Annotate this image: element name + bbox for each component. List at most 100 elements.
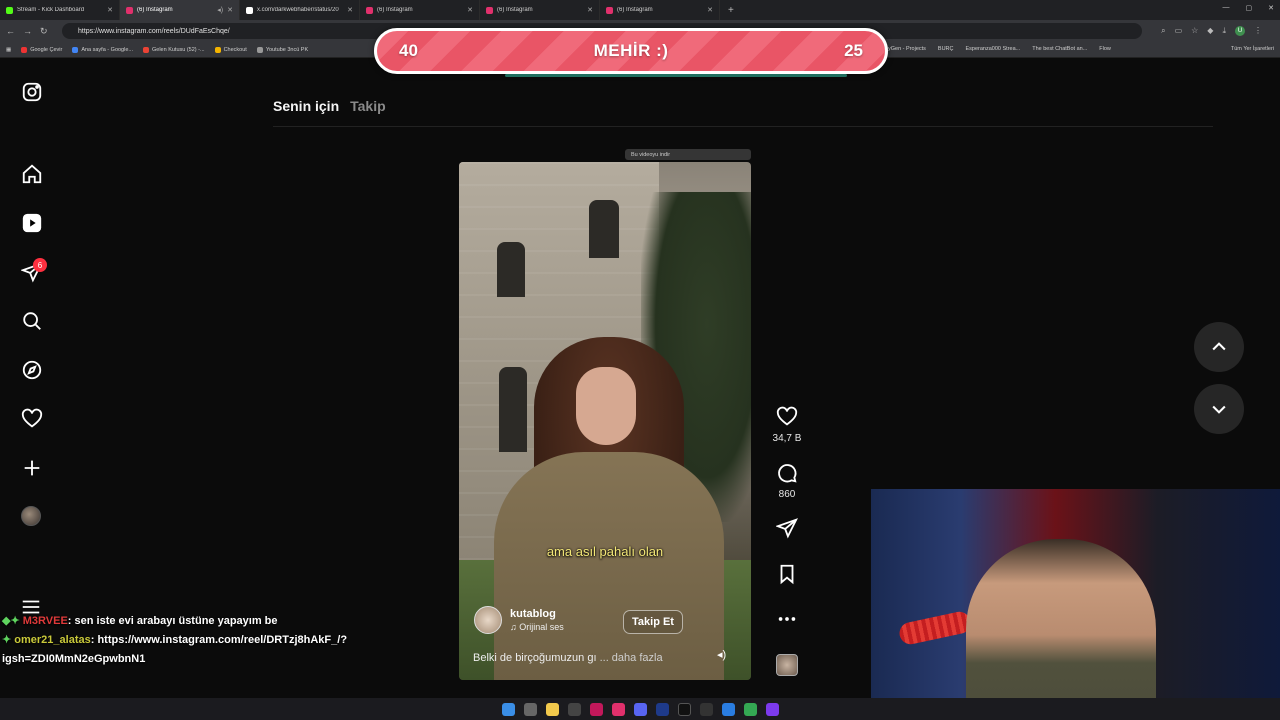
- audio-name: Orijinal ses: [519, 622, 564, 632]
- bookmark[interactable]: yGen - Projects: [888, 46, 926, 52]
- tab-title: Stream - Kick Dashboard: [17, 7, 85, 13]
- star-icon[interactable]: ☆: [1191, 26, 1198, 36]
- extension-icon[interactable]: ◆: [1207, 26, 1213, 36]
- create-icon[interactable]: [20, 456, 44, 480]
- bookmark[interactable]: Checkout: [214, 46, 247, 53]
- speaker-icon[interactable]: ◂): [217, 6, 223, 14]
- browser-tab[interactable]: x.com/darkwebhaber/status/20 ✕: [240, 0, 360, 20]
- home-icon[interactable]: [20, 162, 44, 186]
- heart-icon[interactable]: [20, 407, 44, 431]
- reel-author: kutablog ♫ Orijinal ses: [474, 606, 564, 634]
- bookmark[interactable]: Esperanza000 Strea...: [966, 46, 1021, 52]
- notification-badge: 6: [33, 258, 47, 272]
- like-icon[interactable]: [774, 404, 800, 430]
- back-icon[interactable]: ←: [6, 26, 15, 36]
- cast-icon[interactable]: ▭: [1175, 26, 1183, 36]
- instagram-app-icon[interactable]: [611, 702, 625, 716]
- zoom-icon[interactable]: ⌕: [1161, 26, 1165, 36]
- maximize-icon[interactable]: ▢: [1246, 4, 1253, 12]
- bookmark[interactable]: Flow: [1099, 46, 1111, 52]
- instagram-icon: [126, 6, 133, 14]
- download-icon[interactable]: ⤓: [1222, 26, 1226, 36]
- x-icon: [246, 6, 253, 14]
- app-icon[interactable]: [589, 702, 603, 716]
- bookmark[interactable]: BURÇ: [938, 46, 954, 52]
- capcut-icon[interactable]: [699, 702, 713, 716]
- chat-username: M3RVEE: [22, 615, 68, 627]
- bookmark-label: Checkout: [223, 46, 247, 53]
- apps-icon[interactable]: ▦: [6, 47, 11, 53]
- settings-icon[interactable]: [567, 702, 581, 716]
- bookmark[interactable]: Gelen Kutusu (52) -...: [142, 46, 205, 53]
- forward-icon[interactable]: →: [23, 26, 32, 36]
- photoshop-icon[interactable]: [655, 702, 669, 716]
- taskview-icon[interactable]: [523, 702, 537, 716]
- video-subtitle: ama asıl pahalı olan: [546, 544, 664, 559]
- file-explorer-icon[interactable]: [545, 702, 559, 716]
- extension-icons: ⌕ ▭ ☆ ◆ ⤓ U ⋮: [1161, 26, 1262, 36]
- browser-tab[interactable]: (6) Instagram ✕: [600, 0, 720, 20]
- all-bookmarks-button[interactable]: Tüm Yer İşaretleri: [1231, 46, 1274, 52]
- browser-tab[interactable]: Stream - Kick Dashboard ✕: [0, 0, 120, 20]
- profile-avatar[interactable]: [21, 506, 41, 526]
- bookmark[interactable]: Youtube 3ncü PK: [256, 46, 308, 53]
- reload-icon[interactable]: ↻: [40, 26, 48, 37]
- explore-icon[interactable]: [20, 358, 44, 382]
- instagram-logo-icon[interactable]: [20, 80, 44, 104]
- previous-reel-button[interactable]: [1194, 322, 1244, 372]
- menu-icon[interactable]: ⋮: [1254, 26, 1262, 36]
- mute-icon[interactable]: ◂): [717, 648, 726, 661]
- video-window: [499, 367, 527, 452]
- browser-tab[interactable]: (6) Instagram ✕: [480, 0, 600, 20]
- tab-title: (6) Instagram: [497, 7, 533, 13]
- obs-icon[interactable]: [765, 702, 779, 716]
- author-name[interactable]: kutablog: [510, 608, 564, 620]
- minimize-icon[interactable]: —: [1223, 4, 1230, 12]
- audio-label[interactable]: ♫ Orijinal ses: [510, 622, 564, 632]
- next-reel-button[interactable]: [1194, 384, 1244, 434]
- browser-tab[interactable]: (6) Instagram ✕: [360, 0, 480, 20]
- close-icon[interactable]: ✕: [467, 6, 473, 14]
- chat-message: ◆✦ M3RVEE: sen iste evi arabayı üstüne y…: [2, 612, 442, 631]
- feed-tabs: Senin için Takip: [273, 98, 386, 114]
- close-icon[interactable]: ✕: [347, 6, 353, 14]
- new-tab-button[interactable]: +: [720, 5, 742, 16]
- bookmark-label: Gelen Kutusu (52) -...: [151, 46, 205, 53]
- author-avatar[interactable]: [474, 606, 502, 634]
- windows-start-icon[interactable]: [501, 702, 515, 716]
- window-controls: — ▢ ✕: [1223, 4, 1275, 12]
- bookmark[interactable]: Ana sayfa - Google...: [72, 46, 133, 53]
- search-icon[interactable]: [20, 309, 44, 333]
- discord-icon[interactable]: [633, 702, 647, 716]
- download-video-hint[interactable]: Bu videoyu indir: [625, 149, 751, 160]
- audio-thumbnail[interactable]: [776, 654, 798, 676]
- profile-icon[interactable]: U: [1235, 26, 1245, 36]
- tiktok-icon[interactable]: [677, 702, 691, 716]
- bookmark[interactable]: Google Çevir: [21, 46, 62, 53]
- share-icon[interactable]: [774, 515, 800, 541]
- reel-video[interactable]: [459, 162, 751, 680]
- close-icon[interactable]: ✕: [587, 6, 593, 14]
- close-window-icon[interactable]: ✕: [1268, 4, 1274, 12]
- chrome-icon[interactable]: [743, 702, 757, 716]
- comment-icon[interactable]: [774, 460, 800, 486]
- bookmarks-right-group: yGen - Projects BURÇ Esperanza000 Strea.…: [888, 46, 1111, 52]
- tab-for-you[interactable]: Senin için: [273, 98, 339, 114]
- bookmark[interactable]: The best ChatBot an...: [1032, 46, 1087, 52]
- notepad-icon[interactable]: [721, 702, 735, 716]
- tab-following[interactable]: Takip: [350, 98, 386, 114]
- more-options-icon[interactable]: [774, 606, 800, 632]
- close-icon[interactable]: ✕: [707, 6, 713, 14]
- microphone: [897, 609, 973, 647]
- instagram-icon: [606, 6, 613, 14]
- browser-tab-bar: Stream - Kick Dashboard ✕ (6) Instagram …: [0, 0, 1280, 20]
- close-icon[interactable]: ✕: [227, 6, 233, 14]
- more-link[interactable]: ... daha fazla: [600, 652, 663, 664]
- save-icon[interactable]: [774, 561, 800, 587]
- follow-button[interactable]: Takip Et: [623, 610, 683, 634]
- reels-icon[interactable]: [20, 211, 44, 235]
- video-window: [589, 200, 619, 258]
- instagram-icon: [366, 6, 373, 14]
- browser-tab-active[interactable]: (6) Instagram ◂) ✕: [120, 0, 240, 20]
- close-icon[interactable]: ✕: [107, 6, 113, 14]
